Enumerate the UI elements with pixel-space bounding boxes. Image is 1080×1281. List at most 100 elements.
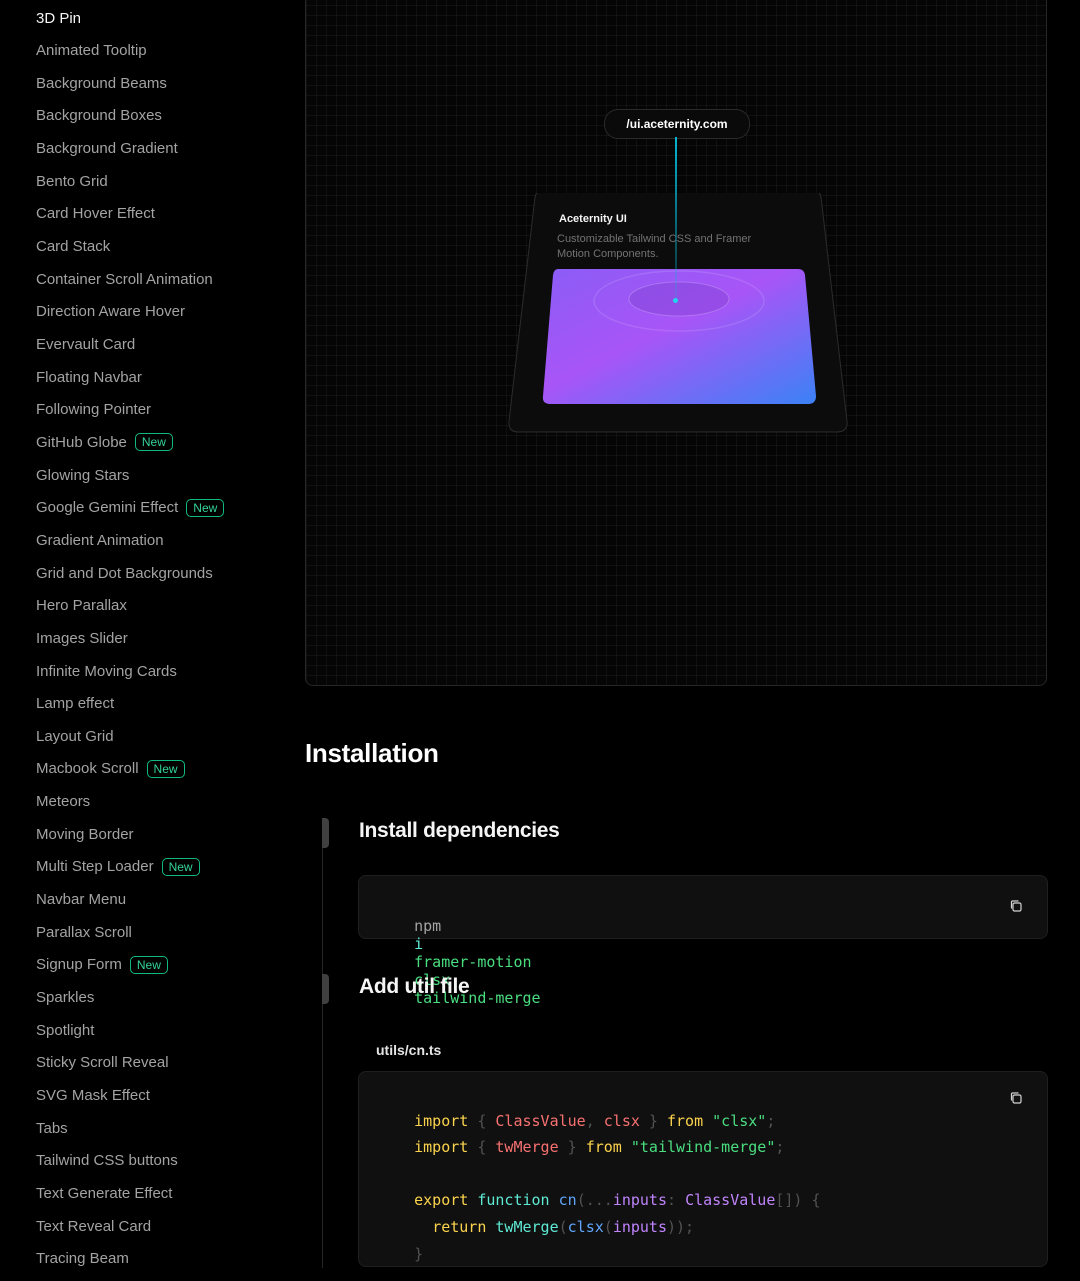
sidebar-item[interactable]: Sticky Scroll Reveal bbox=[36, 1050, 169, 1076]
sidebar-item[interactable]: Signup Form New bbox=[36, 952, 168, 978]
sidebar-item-label: Spotlight bbox=[36, 1021, 95, 1039]
sidebar-item-label: Layout Grid bbox=[36, 727, 114, 745]
sidebar-item[interactable]: Images Slider bbox=[36, 625, 128, 651]
sidebar-item-label: Macbook Scroll bbox=[36, 760, 139, 778]
sidebar-item-label: Tabs bbox=[36, 1119, 68, 1137]
sidebar-item[interactable]: Hero Parallax bbox=[36, 593, 127, 619]
component-preview: /ui.aceternity.com Aceternity UI Customi… bbox=[305, 0, 1047, 686]
sidebar-item-label: Moving Border bbox=[36, 825, 134, 843]
sidebar-item-label: Card Hover Effect bbox=[36, 205, 155, 223]
install-command[interactable]: npm i framer-motion clsx tailwind-merge bbox=[378, 899, 550, 1025]
new-badge: New bbox=[134, 433, 173, 452]
sidebar-item[interactable]: Background Gradient bbox=[36, 136, 178, 162]
sidebar-item-label: Card Stack bbox=[36, 238, 111, 256]
code-token: framer-motion bbox=[414, 953, 532, 971]
code-token: []) { bbox=[775, 1191, 821, 1209]
new-badge: New bbox=[186, 498, 225, 517]
copy-icon[interactable] bbox=[1009, 899, 1023, 913]
code-token: i bbox=[414, 935, 424, 953]
sidebar-item-label: Container Scroll Animation bbox=[36, 270, 213, 288]
new-badge: New bbox=[146, 759, 185, 778]
sidebar-item-label: Evervault Card bbox=[36, 336, 136, 353]
sidebar-item[interactable]: Text Generate Effect bbox=[36, 1180, 172, 1206]
sidebar-item[interactable]: Layout Grid bbox=[36, 723, 114, 749]
sidebar-item-label: Gradient Animation bbox=[36, 531, 164, 549]
sidebar-item-label: Text Generate Effect bbox=[36, 1184, 173, 1202]
code-token: "tailwind-merge" bbox=[630, 1138, 776, 1156]
installation-heading: Installation bbox=[305, 738, 439, 768]
code-token: ; bbox=[775, 1138, 785, 1156]
sidebar-item[interactable]: Animated Tooltip bbox=[36, 38, 147, 64]
sidebar-item-label: Hero Parallax bbox=[36, 597, 127, 615]
card-title: Aceternity UI bbox=[559, 213, 627, 225]
code-filename: utils/cn.ts bbox=[376, 1042, 442, 1058]
pin-title[interactable]: /ui.aceternity.com bbox=[604, 109, 750, 139]
sidebar-item[interactable]: Grid and Dot Backgrounds bbox=[36, 560, 213, 586]
code-line: return twMerge(clsx(inputs)); bbox=[378, 1200, 694, 1254]
code-token: ( bbox=[558, 1218, 568, 1236]
sidebar-item[interactable]: GitHub Globe New bbox=[36, 429, 173, 455]
sidebar-item-label: GitHub Globe bbox=[36, 433, 127, 451]
sidebar-item[interactable]: Background Beams bbox=[36, 70, 167, 96]
code-token: )); bbox=[667, 1218, 695, 1236]
sidebar-item-label: Navbar Menu bbox=[36, 891, 127, 909]
pin-card[interactable] bbox=[506, 193, 856, 438]
code-token: from bbox=[585, 1138, 622, 1156]
sidebar-item[interactable]: Lamp effect bbox=[36, 691, 114, 717]
sidebar-item[interactable]: Navbar Menu bbox=[36, 887, 126, 913]
code-line: import { twMerge } from "tailwind-merge"… bbox=[378, 1120, 784, 1174]
sidebar-item[interactable]: Google Gemini Effect New bbox=[36, 495, 225, 521]
sidebar-item[interactable]: Multi Step Loader New bbox=[36, 854, 200, 880]
sidebar-item-label: Multi Step Loader bbox=[36, 858, 154, 876]
sidebar-item[interactable]: Direction Aware Hover bbox=[36, 299, 185, 325]
sidebar-item[interactable]: Glowing Stars bbox=[36, 462, 129, 488]
sidebar-item-label: Sparkles bbox=[36, 989, 95, 1006]
sidebar-item-label: Signup Form bbox=[36, 956, 122, 974]
sidebar-item-label: Direction Aware Hover bbox=[36, 303, 185, 321]
sidebar-item[interactable]: SVG Mask Effect bbox=[36, 1082, 150, 1108]
code-token: clsx bbox=[567, 1218, 604, 1236]
sidebar-item[interactable]: Card Hover Effect bbox=[36, 201, 155, 227]
sidebar-item-label: Following Pointer bbox=[36, 401, 152, 419]
sidebar-item[interactable]: Card Stack bbox=[36, 234, 110, 260]
sidebar-item[interactable]: Evervault Card bbox=[36, 332, 135, 358]
code-token: } bbox=[558, 1138, 586, 1156]
sidebar-item-label: Glowing Stars bbox=[36, 466, 130, 484]
util-code-block: import { ClassValue, clsx } from "clsx";… bbox=[358, 1071, 1048, 1267]
sidebar-item[interactable]: Text Reveal Card bbox=[36, 1213, 151, 1239]
sidebar-item-label: SVG Mask Effect bbox=[36, 1086, 150, 1104]
new-badge: New bbox=[161, 857, 200, 876]
sidebar-item-label: Grid and Dot Backgrounds bbox=[36, 564, 213, 582]
sidebar-item[interactable]: Bento Grid bbox=[36, 168, 108, 194]
sidebar-item[interactable]: Infinite Moving Cards bbox=[36, 658, 177, 684]
sidebar-item[interactable]: Floating Navbar bbox=[36, 364, 142, 390]
sidebar-item-label: Background Beams bbox=[36, 74, 167, 92]
card-description-line: Customizable Tailwind CSS and Framer bbox=[557, 233, 752, 245]
sidebar-nav: 3D Pin Animated Tooltip Background Beams Ba… bbox=[0, 0, 290, 1268]
sidebar-item[interactable]: Macbook Scroll New bbox=[36, 756, 185, 782]
sidebar-item[interactable]: Tabs bbox=[36, 1115, 68, 1141]
sidebar-item[interactable]: Spotlight bbox=[36, 1017, 94, 1043]
sidebar-item[interactable]: Background Boxes bbox=[36, 103, 162, 129]
sidebar-item[interactable]: 3D Pin bbox=[36, 5, 81, 31]
code-token: npm bbox=[414, 917, 442, 935]
sidebar-item-label: Images Slider bbox=[36, 629, 128, 647]
sidebar-item[interactable]: Moving Border bbox=[36, 821, 134, 847]
sidebar-item[interactable]: Sparkles bbox=[36, 985, 94, 1011]
sidebar-item[interactable]: Meteors bbox=[36, 789, 90, 815]
sidebar-item[interactable]: Following Pointer bbox=[36, 397, 151, 423]
sidebar-item-label: Google Gemini Effect bbox=[36, 499, 179, 517]
sidebar-item[interactable]: Gradient Animation bbox=[36, 527, 164, 553]
sidebar-item[interactable]: Tailwind CSS buttons bbox=[36, 1148, 178, 1174]
sidebar-item[interactable]: Parallax Scroll bbox=[36, 919, 132, 945]
sidebar-item-label: Background Gradient bbox=[36, 140, 178, 158]
step-marker bbox=[322, 974, 329, 1004]
sidebar-item[interactable]: Container Scroll Animation bbox=[36, 266, 213, 292]
copy-icon[interactable] bbox=[1009, 1091, 1023, 1105]
step-marker bbox=[322, 818, 329, 848]
steps-timeline bbox=[322, 818, 323, 1268]
code-token: } bbox=[414, 1245, 424, 1263]
code-token: twMerge bbox=[495, 1138, 559, 1156]
new-badge: New bbox=[129, 955, 168, 974]
